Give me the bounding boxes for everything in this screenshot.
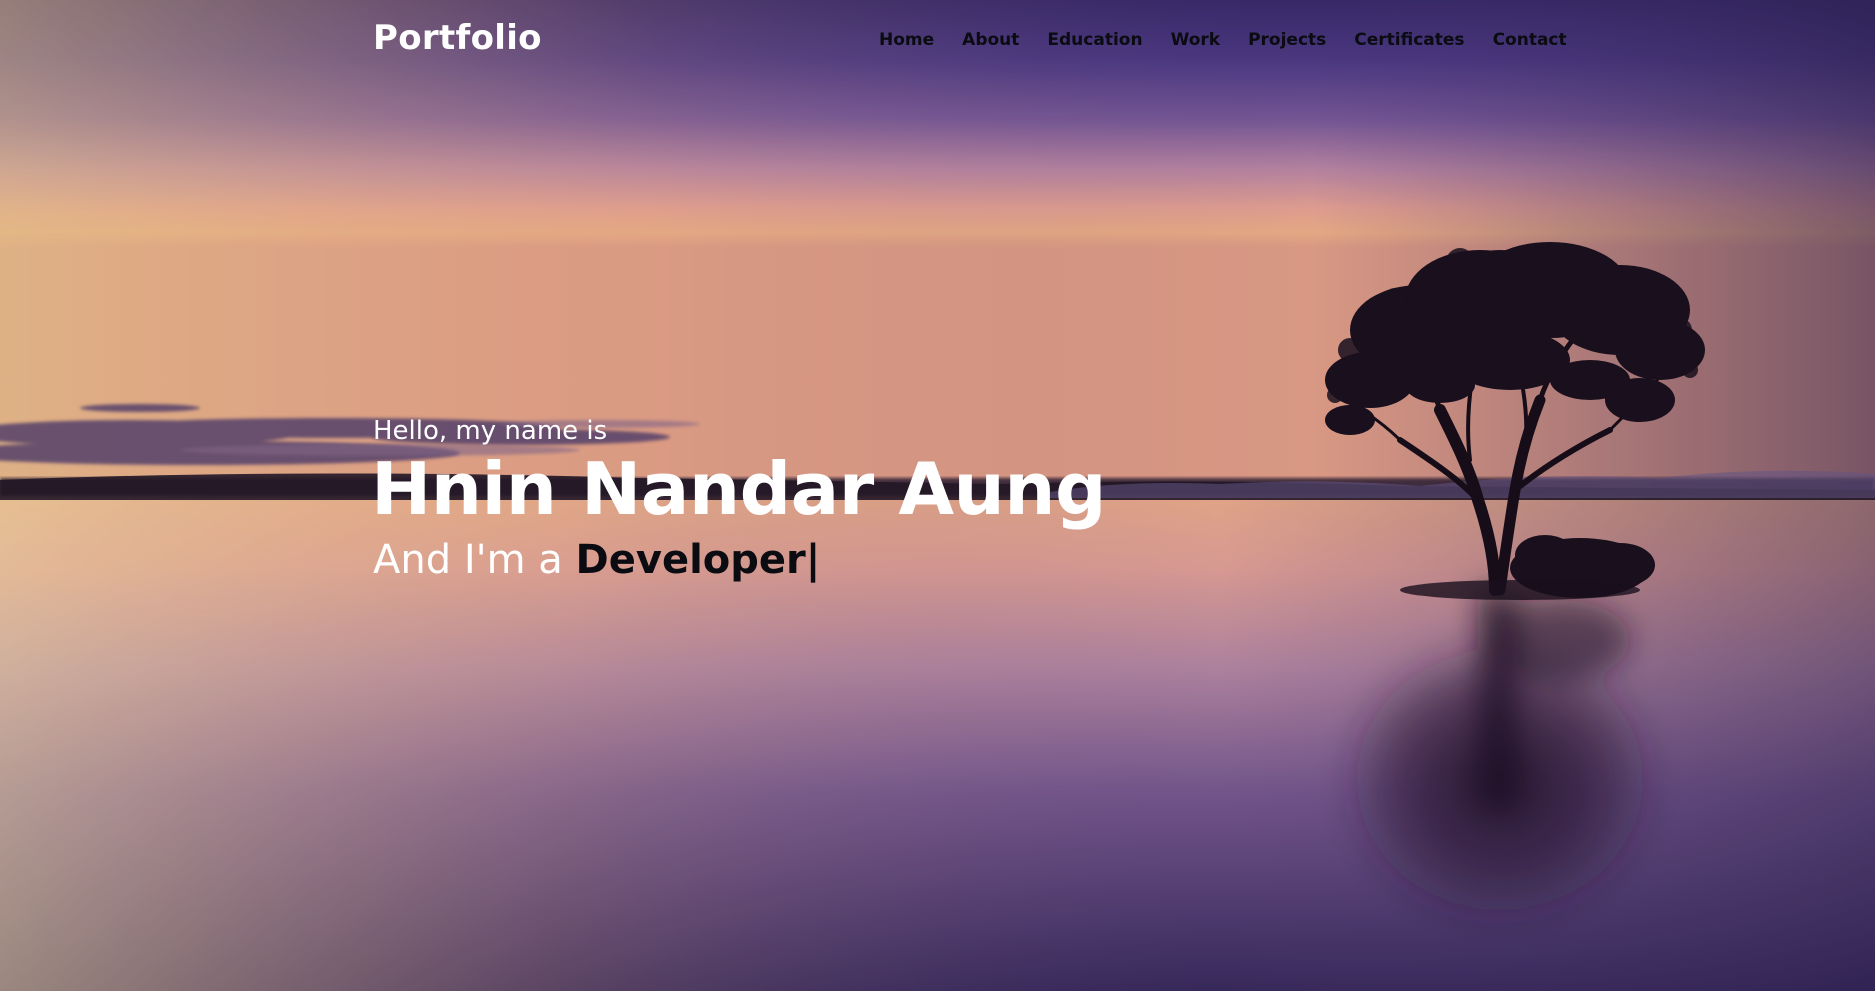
nav-link-home[interactable]: Home (879, 30, 934, 50)
nav-item-about: About (962, 30, 1019, 50)
hero-role-line: And I'm a Developer| (373, 534, 1273, 586)
nav-menu: Home About Education Work Projects Certi… (879, 30, 1567, 50)
typing-cursor: | (805, 537, 821, 583)
logo-link[interactable]: Portfolio (373, 18, 542, 58)
nav-link-about[interactable]: About (962, 30, 1019, 50)
nav-item-projects: Projects (1248, 30, 1326, 50)
hero-role-typed-word: Developer (575, 537, 806, 583)
hero-section: Hello, my name is Hnin Nandar Aung And I… (371, 412, 1273, 586)
top-navbar: Portfolio Home About Education Work Proj… (0, 0, 1875, 90)
landing-page: Portfolio Home About Education Work Proj… (0, 0, 1875, 991)
nav-link-education[interactable]: Education (1047, 30, 1142, 50)
nav-item-work: Work (1171, 30, 1221, 50)
nav-item-contact: Contact (1493, 30, 1567, 50)
nav-link-certificates[interactable]: Certificates (1354, 30, 1464, 50)
hero-name: Hnin Nandar Aung (371, 447, 1107, 531)
nav-item-home: Home (879, 30, 934, 50)
hero-greeting: Hello, my name is (373, 416, 608, 446)
nav-link-work[interactable]: Work (1171, 30, 1221, 50)
nav-link-projects[interactable]: Projects (1248, 30, 1326, 50)
hero-role-prefix: And I'm a (373, 537, 563, 583)
nav-item-education: Education (1047, 30, 1142, 50)
nav-item-certificates: Certificates (1354, 30, 1464, 50)
nav-link-contact[interactable]: Contact (1493, 30, 1567, 50)
